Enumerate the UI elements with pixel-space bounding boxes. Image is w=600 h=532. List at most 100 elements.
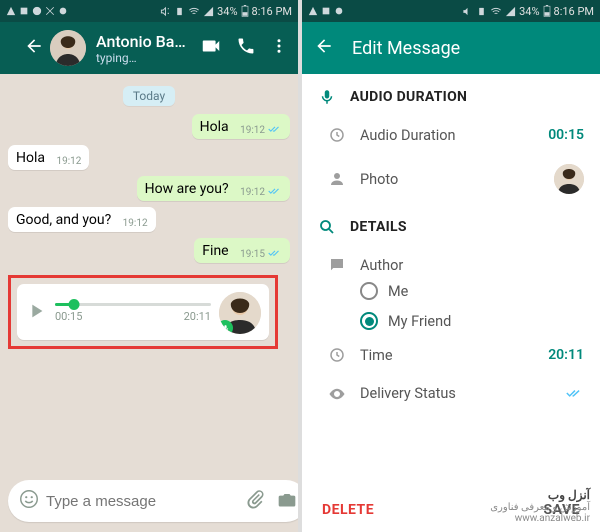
voice-mic-badge-icon bbox=[219, 320, 233, 334]
message-text: Fine bbox=[202, 243, 228, 259]
battery-icon bbox=[543, 5, 551, 17]
signal-icon bbox=[203, 6, 214, 17]
row-photo[interactable]: Photo bbox=[318, 154, 584, 204]
eye-icon bbox=[324, 385, 350, 403]
voice-message[interactable]: 00:15 20:11 bbox=[17, 284, 269, 340]
row-delivery-status[interactable]: Delivery Status bbox=[318, 374, 584, 413]
chat-area[interactable]: Today Hola 19:12 Hola 19:12 How are you?… bbox=[0, 74, 298, 473]
whatsapp-chat-screen: 34% 8:16 PM Antonio Banderas typing… bbox=[0, 0, 298, 532]
read-ticks-icon bbox=[268, 186, 282, 199]
radio-my-friend[interactable]: My Friend bbox=[360, 306, 584, 336]
delete-button[interactable]: DELETE bbox=[322, 502, 374, 518]
contact-title-block[interactable]: Antonio Banderas typing… bbox=[96, 32, 186, 65]
row-author: Author bbox=[318, 246, 584, 276]
status-right-icons: 34% 8:16 PM bbox=[160, 5, 292, 18]
vibrate-icon bbox=[174, 6, 185, 17]
signal-icon bbox=[505, 6, 516, 17]
status-right-icons: 34% 8:16 PM bbox=[462, 5, 594, 18]
message-time: 19:15 bbox=[240, 249, 265, 260]
row-label: Delivery Status bbox=[360, 385, 566, 402]
voice-elapsed: 00:15 bbox=[55, 310, 82, 323]
radio-label: Me bbox=[388, 283, 408, 300]
contact-name: Antonio Banderas bbox=[96, 32, 186, 51]
android-status-bar: 34% 8:16 PM bbox=[0, 0, 298, 22]
section-details: DETAILS bbox=[318, 218, 584, 236]
battery-percent: 34% bbox=[217, 5, 237, 18]
section-label: DETAILS bbox=[350, 219, 407, 235]
message-time: 19:12 bbox=[240, 187, 265, 198]
row-audio-duration[interactable]: Audio Duration 00:15 bbox=[318, 116, 584, 154]
wifi-icon bbox=[188, 6, 200, 17]
message-time: 19:12 bbox=[123, 218, 148, 229]
status-left-icons bbox=[308, 6, 344, 16]
message-input[interactable] bbox=[46, 493, 245, 510]
message-out[interactable]: How are you? 19:12 bbox=[137, 176, 290, 201]
edit-content: AUDIO DURATION Audio Duration 00:15 Phot… bbox=[302, 74, 600, 490]
battery-percent: 34% bbox=[519, 5, 539, 18]
clock: 8:16 PM bbox=[252, 5, 292, 18]
message-input-pill[interactable] bbox=[8, 480, 298, 522]
row-label: Time bbox=[360, 347, 548, 364]
chat-app-bar: Antonio Banderas typing… bbox=[0, 22, 298, 74]
message-text: Hola bbox=[200, 119, 229, 135]
read-ticks-icon bbox=[268, 248, 282, 261]
edit-title: Edit Message bbox=[352, 38, 460, 59]
message-in[interactable]: Good, and you? 19:12 bbox=[8, 207, 156, 232]
mic-icon bbox=[318, 88, 336, 106]
voice-avatar bbox=[219, 292, 261, 334]
message-text: Hola bbox=[16, 150, 45, 166]
typing-indicator: typing… bbox=[96, 51, 186, 65]
message-time: 19:12 bbox=[240, 125, 265, 136]
edit-message-screen: 34% 8:16 PM Edit Message AUDIO DURATION … bbox=[302, 0, 600, 532]
author-radio-group: Me My Friend bbox=[318, 276, 584, 336]
radio-icon bbox=[360, 282, 378, 300]
radio-me[interactable]: Me bbox=[360, 276, 584, 306]
photo-thumbnail bbox=[554, 164, 584, 194]
mute-icon bbox=[160, 6, 171, 17]
date-chip: Today bbox=[123, 86, 175, 106]
play-icon[interactable] bbox=[25, 300, 47, 326]
read-ticks-icon bbox=[268, 124, 282, 137]
message-out[interactable]: Fine 19:15 bbox=[194, 238, 290, 263]
status-left-icons bbox=[6, 6, 68, 16]
section-audio-duration: AUDIO DURATION bbox=[318, 88, 584, 106]
clock: 8:16 PM bbox=[554, 5, 594, 18]
message-text: Good, and you? bbox=[16, 212, 111, 228]
back-icon[interactable] bbox=[24, 36, 44, 60]
contact-avatar[interactable] bbox=[50, 30, 86, 66]
person-icon bbox=[324, 170, 350, 188]
back-icon[interactable] bbox=[314, 36, 334, 60]
vibrate-icon bbox=[476, 6, 487, 17]
voice-call-icon[interactable] bbox=[236, 36, 256, 60]
android-status-bar: 34% 8:16 PM bbox=[302, 0, 600, 22]
row-time[interactable]: Time 20:11 bbox=[318, 336, 584, 374]
row-value: 00:15 bbox=[548, 127, 584, 143]
composer bbox=[0, 473, 298, 532]
edit-app-bar: Edit Message bbox=[302, 22, 600, 74]
video-call-icon[interactable] bbox=[200, 35, 222, 61]
search-icon bbox=[318, 218, 336, 236]
attach-icon[interactable] bbox=[245, 489, 265, 513]
message-out[interactable]: Hola 19:12 bbox=[192, 114, 290, 139]
read-ticks-icon bbox=[566, 384, 584, 403]
mute-icon bbox=[462, 6, 473, 17]
message-in[interactable]: Hola 19:12 bbox=[8, 145, 89, 170]
wifi-icon bbox=[490, 6, 502, 17]
more-icon[interactable] bbox=[270, 36, 288, 60]
row-value: 20:11 bbox=[548, 347, 584, 363]
voice-message-highlight: 00:15 20:11 bbox=[8, 275, 278, 349]
save-button[interactable]: SAVE bbox=[544, 502, 581, 518]
battery-icon bbox=[241, 5, 249, 17]
clock-icon bbox=[324, 346, 350, 364]
row-label: Author bbox=[360, 257, 584, 274]
voice-track[interactable]: 00:15 20:11 bbox=[55, 303, 211, 323]
section-label: AUDIO DURATION bbox=[350, 89, 467, 105]
chat-icon bbox=[324, 256, 350, 274]
camera-icon[interactable] bbox=[277, 489, 297, 513]
action-bar: DELETE SAVE bbox=[302, 490, 600, 532]
message-time: 19:12 bbox=[56, 156, 81, 167]
message-text: How are you? bbox=[145, 181, 229, 197]
emoji-icon[interactable] bbox=[18, 488, 40, 514]
voice-sent-time: 20:11 bbox=[184, 310, 211, 323]
row-label: Photo bbox=[360, 171, 554, 188]
